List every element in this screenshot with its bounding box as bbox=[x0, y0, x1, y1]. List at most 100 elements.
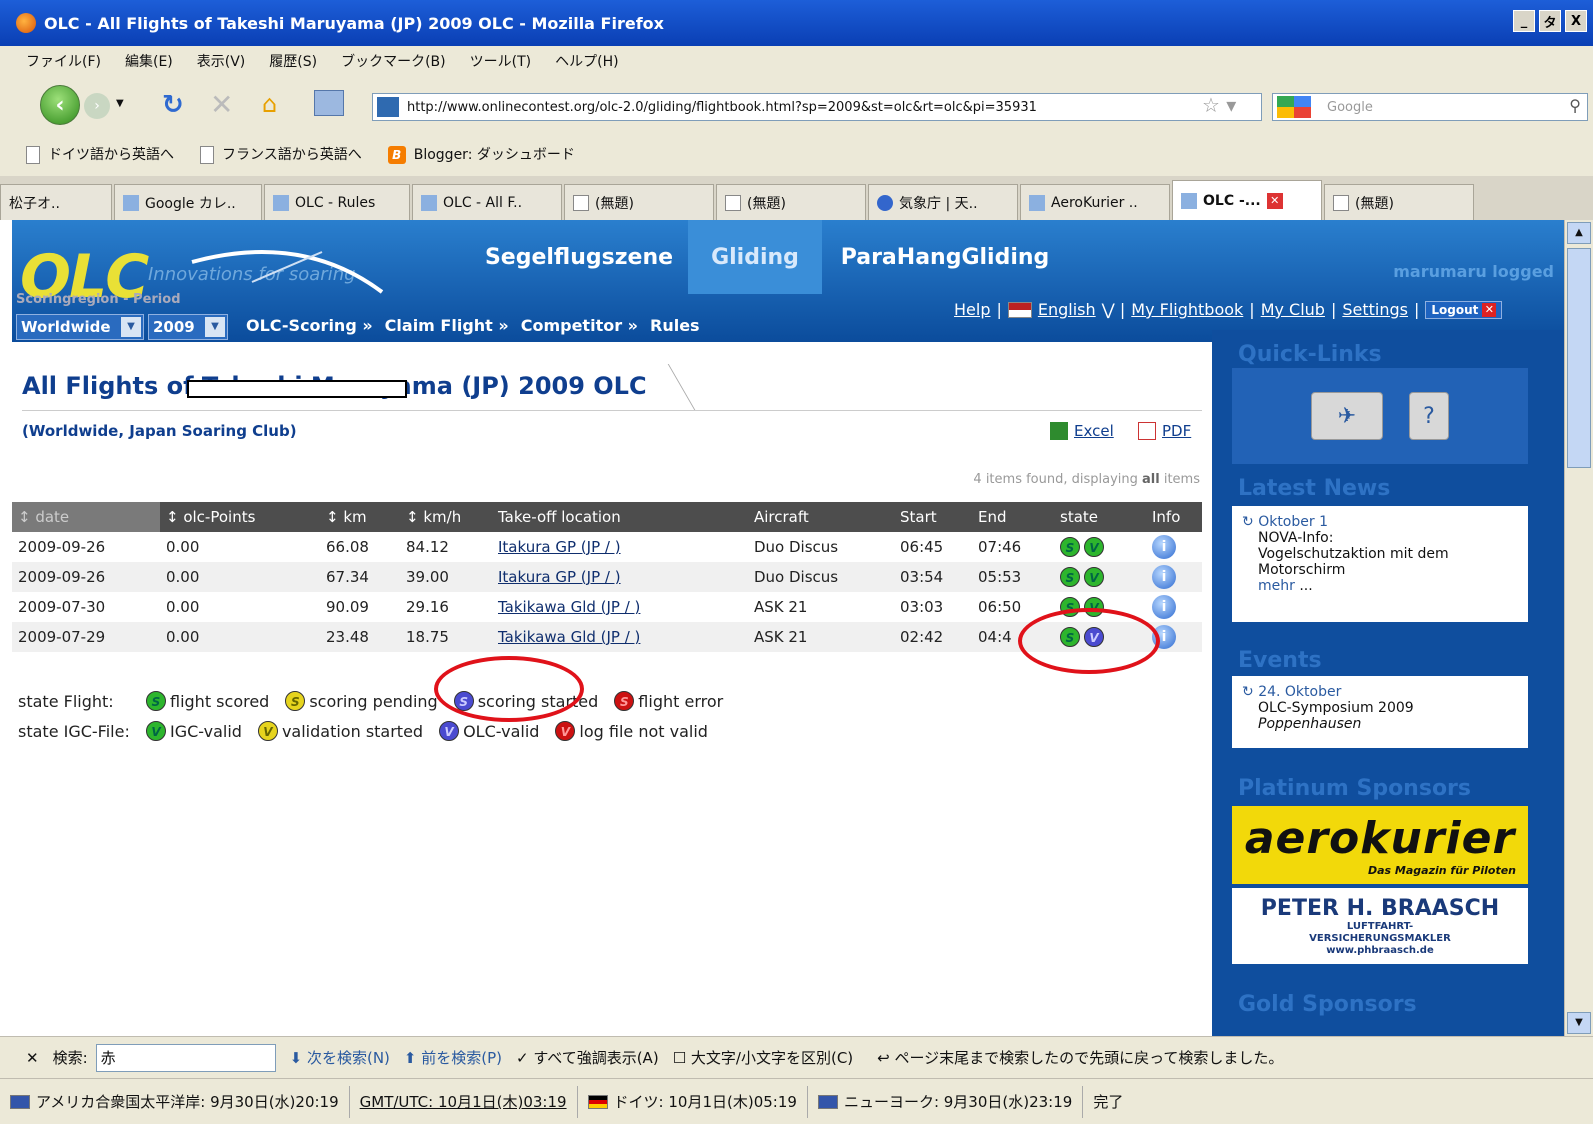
news-line2: Vogelschutzaktion mit dem Motorschirm bbox=[1258, 546, 1449, 578]
takeoff-location-link[interactable]: Itakura GP (JP / ) bbox=[498, 538, 621, 556]
logout-button[interactable]: Logout ✕ bbox=[1425, 300, 1503, 319]
info-icon[interactable]: i bbox=[1152, 535, 1176, 559]
menu-file[interactable]: ファイル(F) bbox=[26, 51, 101, 71]
menu-competitor[interactable]: Competitor » bbox=[521, 316, 638, 335]
info-icon[interactable]: i bbox=[1152, 565, 1176, 589]
wrapped-label: ページ末尾まで検索したので先頭に戻って検索しました。 bbox=[894, 1049, 1284, 1067]
braasch-sponsor[interactable]: PETER H. BRAASCH LUFTFAHRT- VERSICHERUNG… bbox=[1232, 888, 1528, 964]
restore-button[interactable]: タ bbox=[1539, 10, 1561, 32]
close-find-icon[interactable]: ✕ bbox=[26, 1049, 39, 1067]
bookmark-item[interactable]: B Blogger: ダッシュボード bbox=[387, 144, 575, 164]
bookmark-item[interactable]: ドイツ語から英語へ bbox=[26, 144, 174, 164]
cell-info: i bbox=[1146, 532, 1202, 562]
help-icon[interactable]: ? bbox=[1409, 392, 1449, 440]
find-value: 赤 bbox=[100, 1049, 116, 1067]
glider-icon bbox=[191, 250, 384, 294]
region-select[interactable]: Worldwide ▼ bbox=[16, 314, 144, 340]
menu-tools[interactable]: ツール(T) bbox=[470, 51, 531, 71]
cell-location: Takikawa Gld (JP / ) bbox=[492, 592, 748, 622]
items-count: 4 items found, displaying all items bbox=[973, 472, 1200, 487]
flight-state-icon: S bbox=[1060, 567, 1080, 587]
browser-tab[interactable]: Google カレ.. bbox=[114, 184, 262, 220]
sponsor1-sub: Das Magazin für Piloten bbox=[1367, 864, 1516, 877]
menu-history[interactable]: 履歴(S) bbox=[269, 51, 317, 71]
tab-label: OLC -... bbox=[1203, 192, 1261, 209]
nav-segelflugszene[interactable]: Segelflugszene bbox=[474, 220, 684, 294]
header-olc-points[interactable]: ↕ olc-Points bbox=[160, 502, 320, 532]
excel-export-link[interactable]: Excel bbox=[1050, 422, 1114, 440]
sponsor2-sub1: LUFTFAHRT- bbox=[1346, 920, 1414, 932]
browser-tab[interactable]: OLC - All F.. bbox=[412, 184, 562, 220]
browser-tab[interactable]: OLC - Rules bbox=[264, 184, 410, 220]
search-box[interactable]: Google ⚲ bbox=[1272, 93, 1588, 121]
menu-bookmarks[interactable]: ブックマーク(B) bbox=[341, 51, 446, 71]
header-km[interactable]: ↕ km bbox=[320, 502, 400, 532]
bookmark-label: フランス語から英語へ bbox=[222, 147, 362, 163]
url-bar[interactable]: http://www.onlinecontest.org/olc-2.0/gli… bbox=[372, 93, 1262, 121]
menu-rules[interactable]: Rules bbox=[650, 316, 700, 335]
my-flightbook-link[interactable]: My Flightbook bbox=[1131, 300, 1243, 319]
find-input[interactable]: 赤 bbox=[95, 1043, 276, 1072]
period-select[interactable]: 2009 ▼ bbox=[148, 314, 228, 340]
google-icon[interactable] bbox=[1277, 96, 1311, 118]
nav-gliding[interactable]: Gliding bbox=[688, 220, 822, 294]
takeoff-location-link[interactable]: Itakura GP (JP / ) bbox=[498, 568, 621, 586]
menu-bar: ファイル(F) 編集(E) 表示(V) 履歴(S) ブックマーク(B) ツール(… bbox=[0, 46, 1593, 76]
my-club-link[interactable]: My Club bbox=[1261, 300, 1325, 319]
close-button[interactable]: X bbox=[1565, 10, 1587, 32]
browser-tab[interactable]: (無題) bbox=[564, 184, 714, 220]
menu-claim-flight[interactable]: Claim Flight » bbox=[385, 316, 509, 335]
events-title: Events bbox=[1238, 648, 1322, 673]
header-kmh[interactable]: ↕ km/h bbox=[400, 502, 492, 532]
menu-view[interactable]: 表示(V) bbox=[197, 51, 246, 71]
flight-upload-icon[interactable]: ✈ bbox=[1311, 392, 1383, 440]
olc-icon bbox=[1029, 194, 1045, 211]
forward-button[interactable]: › bbox=[84, 93, 110, 119]
scroll-up-icon[interactable]: ▲ bbox=[1567, 222, 1591, 244]
match-case-checkbox[interactable]: ☐ 大文字/小文字を区別(C) bbox=[673, 1047, 853, 1068]
back-button[interactable]: ‹ bbox=[40, 85, 80, 125]
takeoff-location-link[interactable]: Takikawa Gld (JP / ) bbox=[498, 628, 640, 646]
find-prev-button[interactable]: ⬆ 前を検索(P) bbox=[404, 1047, 502, 1068]
help-link[interactable]: Help bbox=[954, 300, 990, 319]
takeoff-location-link[interactable]: Takikawa Gld (JP / ) bbox=[498, 598, 640, 616]
error-state-icon: S bbox=[614, 691, 635, 711]
news-more-link[interactable]: mehr bbox=[1258, 578, 1295, 594]
language-link[interactable]: English bbox=[1038, 300, 1096, 319]
browser-tab-active[interactable]: OLC -... ✕ bbox=[1172, 180, 1322, 220]
browser-tab[interactable]: 気象庁 | 天.. bbox=[868, 184, 1018, 220]
bookmark-star-icon[interactable]: ☆ ▾ bbox=[1202, 93, 1236, 117]
aerokurier-sponsor[interactable]: aerokurier Das Magazin für Piloten bbox=[1232, 806, 1528, 884]
scroll-thumb[interactable] bbox=[1567, 248, 1591, 468]
home-icon[interactable]: ⌂ bbox=[262, 90, 277, 118]
bookmark-item[interactable]: フランス語から英語へ bbox=[200, 144, 362, 164]
menu-edit[interactable]: 編集(E) bbox=[125, 51, 173, 71]
add-bookmark-icon[interactable] bbox=[314, 90, 344, 116]
settings-link[interactable]: Settings bbox=[1342, 300, 1408, 319]
cell-kmh: 29.16 bbox=[400, 592, 492, 622]
info-icon[interactable]: i bbox=[1152, 595, 1176, 619]
find-prev-label: 前を検索(P) bbox=[421, 1049, 503, 1067]
header-date[interactable]: ↕ date bbox=[12, 502, 160, 532]
find-next-button[interactable]: ⬇ 次を検索(N) bbox=[290, 1047, 390, 1068]
browser-tab[interactable]: (無題) bbox=[1324, 184, 1474, 220]
search-icon[interactable]: ⚲ bbox=[1569, 96, 1581, 115]
minimize-button[interactable]: _ bbox=[1513, 10, 1535, 32]
scroll-down-icon[interactable]: ▼ bbox=[1567, 1012, 1591, 1034]
close-tab-icon[interactable]: ✕ bbox=[1266, 192, 1283, 209]
vertical-scrollbar[interactable]: ▲ ▼ bbox=[1564, 220, 1593, 1036]
nav-parahanggliding[interactable]: ParaHangGliding bbox=[838, 220, 1052, 294]
history-dropdown-icon[interactable]: ▼ bbox=[116, 98, 124, 109]
browser-tab[interactable]: 松子オ.. bbox=[0, 184, 112, 220]
highlight-all-button[interactable]: ✓ すべて強調表示(A) bbox=[516, 1047, 659, 1068]
menu-help[interactable]: ヘルプ(H) bbox=[555, 51, 618, 71]
pdf-export-link[interactable]: PDF bbox=[1138, 422, 1191, 440]
stop-icon[interactable]: ✕ bbox=[210, 88, 233, 121]
bookmark-label: ドイツ語から英語へ bbox=[48, 147, 174, 163]
window-title: OLC - All Flights of Takeshi Maruyama (J… bbox=[44, 13, 664, 33]
browser-tab[interactable]: (無題) bbox=[716, 184, 866, 220]
reload-icon[interactable]: ↻ bbox=[162, 90, 184, 120]
browser-tab[interactable]: AeroKurier .. bbox=[1020, 184, 1170, 220]
menu-olc-scoring[interactable]: OLC-Scoring » bbox=[246, 316, 373, 335]
legend-text: log file not valid bbox=[579, 721, 708, 741]
